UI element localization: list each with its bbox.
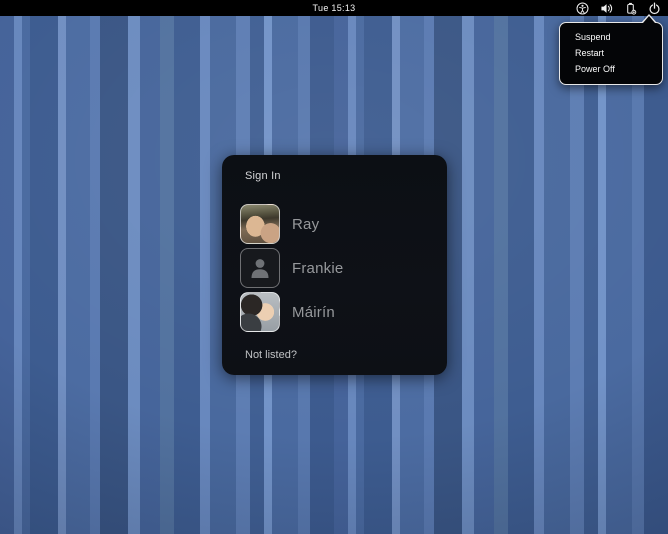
user-row-ray[interactable]: Ray <box>239 202 431 246</box>
menu-item-suspend[interactable]: Suspend <box>560 29 662 45</box>
menu-item-restart[interactable]: Restart <box>560 45 662 61</box>
user-avatar-photo <box>240 204 280 244</box>
top-bar: Tue 15:13 <box>0 0 668 16</box>
person-silhouette-icon <box>251 259 269 278</box>
user-name: Máirín <box>292 303 335 321</box>
not-listed-link[interactable]: Not listed? <box>245 349 297 361</box>
volume-icon <box>600 3 612 13</box>
accessibility-button[interactable] <box>575 1 590 16</box>
user-avatar-generic <box>240 248 280 288</box>
user-avatar-photo <box>240 292 280 332</box>
user-row-frankie[interactable]: Frankie <box>239 246 431 290</box>
battery-icon <box>627 2 637 15</box>
accessibility-icon <box>576 2 589 14</box>
volume-button[interactable] <box>599 1 614 16</box>
power-icon <box>649 1 660 14</box>
sign-in-title: Sign In <box>245 170 281 182</box>
user-row-mairin[interactable]: Máirín <box>239 290 431 334</box>
power-menu: Suspend Restart Power Off <box>559 14 663 85</box>
gdm-login-screen: Tue 15:13 Suspend Restart Power Off Sign… <box>0 0 668 534</box>
menu-item-poweroff[interactable]: Power Off <box>560 61 662 77</box>
sign-in-dialog: Sign In Ray Frankie Máirín Not listed? <box>222 155 447 375</box>
user-list: Ray Frankie Máirín <box>239 202 431 334</box>
battery-button[interactable] <box>623 1 638 16</box>
user-name: Frankie <box>292 259 344 277</box>
clock[interactable]: Tue 15:13 <box>0 0 668 16</box>
user-name: Ray <box>292 215 320 233</box>
